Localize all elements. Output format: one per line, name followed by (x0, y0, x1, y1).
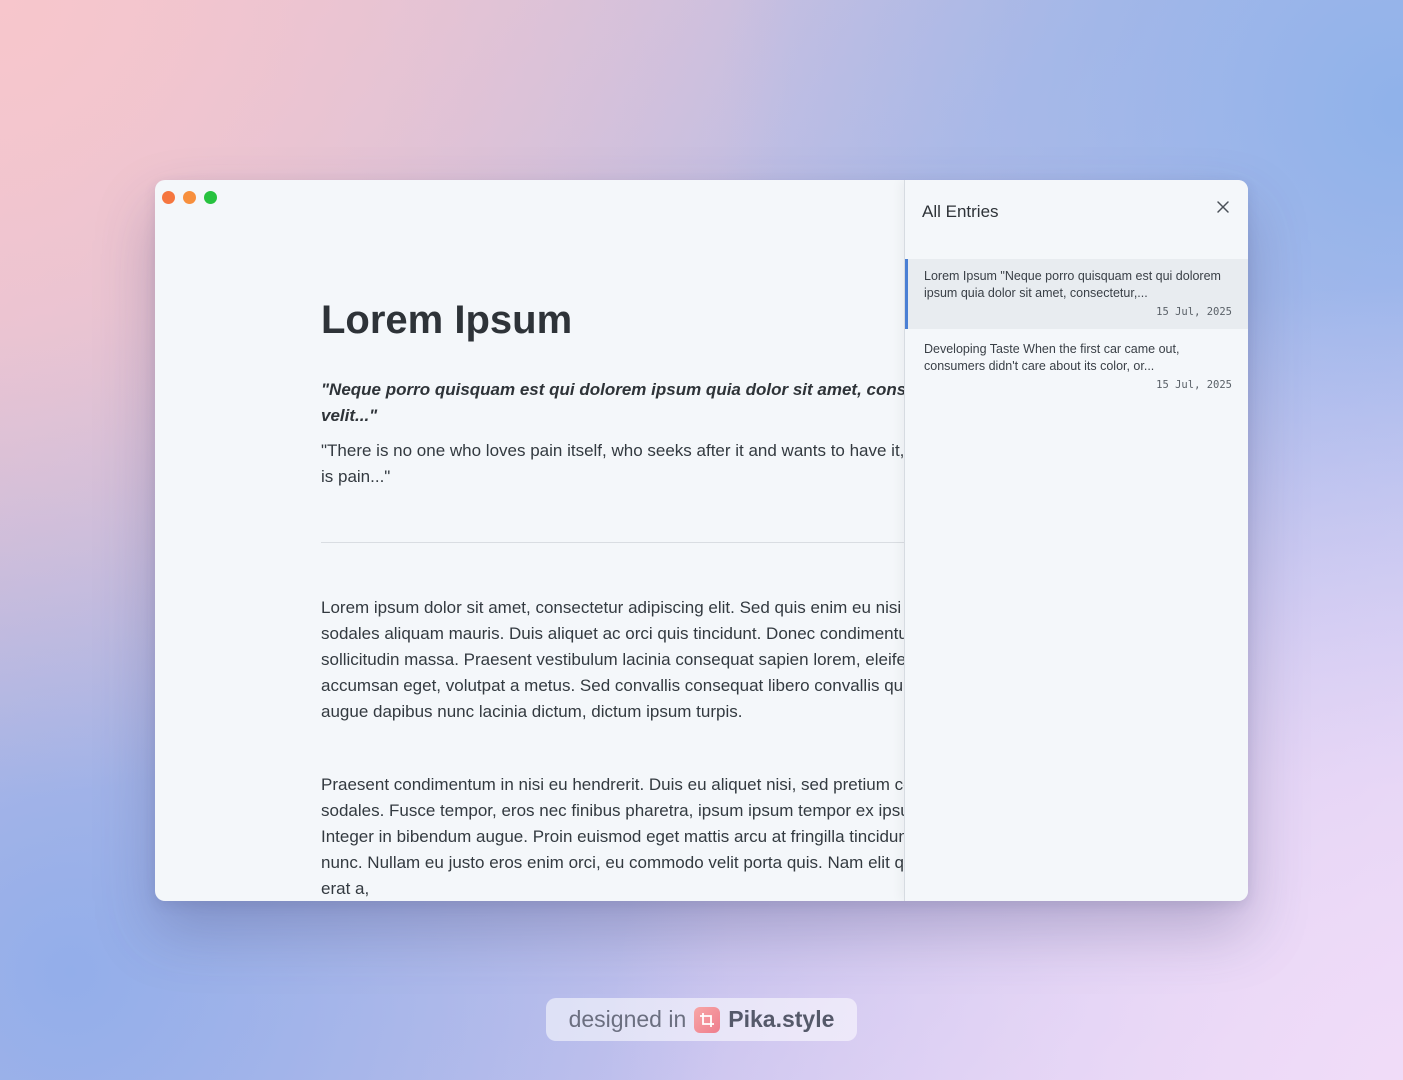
divider (321, 542, 941, 543)
window-minimize-button[interactable] (183, 191, 196, 204)
entries-panel: All Entries Lorem Ipsum "Neque porro qui… (904, 180, 1248, 901)
entries-panel-title: All Entries (922, 202, 999, 221)
entry-date: 15 Jul, 2025 (1156, 306, 1232, 318)
window-controls (162, 191, 217, 204)
watermark-prefix: designed in (568, 1006, 687, 1032)
document-title: Lorem Ipsum (321, 298, 573, 342)
window-maximize-button[interactable] (204, 191, 217, 204)
entry-preview: Developing Taste When the first car came… (924, 342, 1180, 373)
document-content: Lorem Ipsum "Neque porro quisquam est qu… (321, 180, 1040, 901)
watermark-badge[interactable]: designed in Pika.style (546, 998, 857, 1041)
watermark-brand: Pika.style (728, 1006, 835, 1032)
app-window: Lorem Ipsum "Neque porro quisquam est qu… (155, 180, 1248, 901)
entry-preview: Lorem Ipsum "Neque porro quisquam est qu… (924, 269, 1221, 300)
entry-item-selected[interactable]: Lorem Ipsum "Neque porro quisquam est qu… (905, 259, 1248, 329)
entry-date: 15 Jul, 2025 (1156, 379, 1232, 391)
entries-panel-header: All Entries (905, 180, 1248, 244)
entry-item[interactable]: Developing Taste When the first car came… (905, 332, 1248, 400)
window-close-button[interactable] (162, 191, 175, 204)
crop-icon (694, 1006, 721, 1033)
close-icon[interactable] (1214, 198, 1232, 216)
